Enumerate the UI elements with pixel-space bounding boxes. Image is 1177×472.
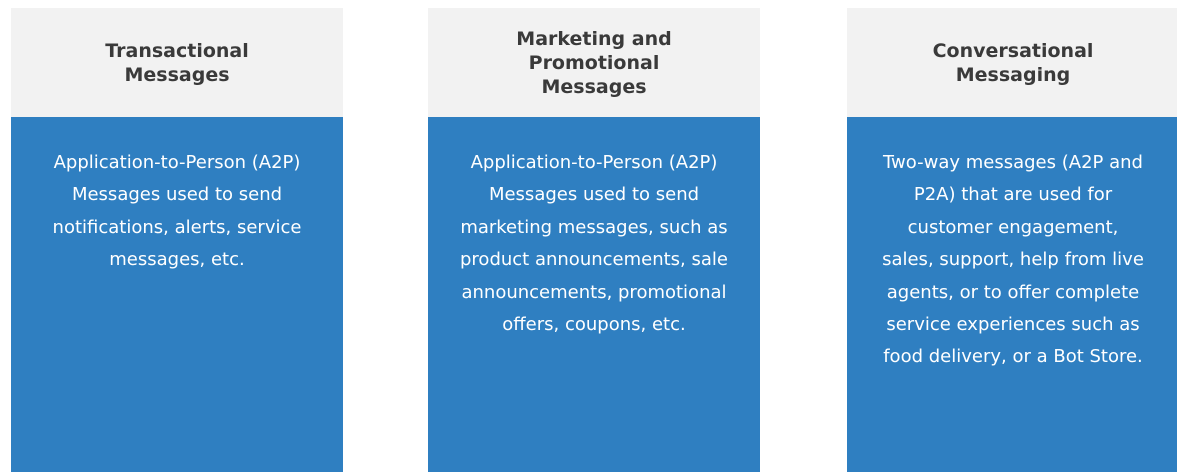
message-type-card-marketing: Marketing and Promotional Messages Appli… [428,8,760,472]
message-type-card-conversational: Conversational Messaging Two-way message… [847,8,1177,472]
card-header: Conversational Messaging [847,8,1177,117]
card-header: Marketing and Promotional Messages [428,8,760,117]
card-header: Transactional Messages [11,8,343,117]
card-body: Application-to-Person (A2P) Messages use… [428,117,760,472]
card-body: Two-way messages (A2P and P2A) that are … [847,117,1177,472]
card-description: Application-to-Person (A2P) Messages use… [52,152,302,271]
card-title: Marketing and Promotional Messages [516,27,672,98]
card-title: Transactional Messages [105,39,249,86]
message-type-card-transactional: Transactional Messages Application-to-Pe… [11,8,343,472]
card-description: Application-to-Person (A2P) Messages use… [460,152,728,336]
card-description: Two-way messages (A2P and P2A) that are … [882,152,1144,368]
card-body: Application-to-Person (A2P) Messages use… [11,117,343,472]
card-title: Conversational Messaging [932,39,1094,86]
